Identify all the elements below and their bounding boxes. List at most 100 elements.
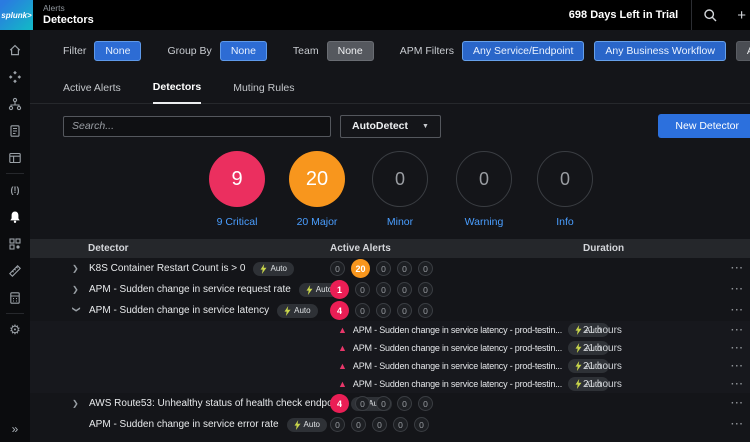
alert-count-badge[interactable]: 0: [397, 303, 412, 318]
alert-count-badge[interactable]: 0: [376, 261, 391, 276]
severity-item[interactable]: 9 9 Critical: [195, 151, 279, 228]
home-icon[interactable]: [0, 36, 30, 63]
calculator-icon[interactable]: [0, 284, 30, 311]
dashboard-icon[interactable]: [0, 144, 30, 171]
alert-count-badge[interactable]: 0: [355, 282, 370, 297]
alert-count-badge[interactable]: 0: [330, 261, 345, 276]
autodetect-dropdown[interactable]: AutoDetect▼: [340, 115, 441, 138]
diamonds-icon[interactable]: [0, 63, 30, 90]
apm-environment-dropdown[interactable]: Any Environment▼: [736, 41, 750, 61]
group-by-value-pill[interactable]: None: [220, 41, 267, 61]
alert-count-badge[interactable]: 0: [397, 261, 412, 276]
severity-item[interactable]: 0 Minor: [358, 151, 442, 228]
search-input[interactable]: [63, 116, 331, 137]
row-menu-button[interactable]: ···: [731, 414, 744, 435]
severity-circle[interactable]: 9: [209, 151, 265, 207]
sidebar-divider: [6, 173, 24, 174]
chevron-right-icon[interactable]: ❯: [72, 399, 81, 408]
grid-icon[interactable]: [0, 230, 30, 257]
row-menu-button[interactable]: ···: [731, 375, 744, 393]
breadcrumb[interactable]: Alerts: [43, 4, 94, 14]
chevron-right-icon[interactable]: ❯: [72, 285, 81, 294]
triangle-alert-icon: ▲: [338, 379, 347, 389]
severity-label[interactable]: Info: [523, 216, 607, 228]
tab-active-alerts[interactable]: Active Alerts: [63, 82, 121, 103]
alert-count-badge[interactable]: 4: [330, 394, 349, 413]
double-chevron-icon[interactable]: »: [0, 422, 30, 436]
alert-name[interactable]: APM - Sudden change in service latency -…: [353, 325, 562, 335]
alert-count-badge[interactable]: 0: [418, 396, 433, 411]
severity-circle[interactable]: 0: [456, 151, 512, 207]
team-value-pill[interactable]: None: [327, 41, 374, 61]
alert-count-badge[interactable]: 0: [418, 261, 433, 276]
alert-count-badge[interactable]: 20: [351, 259, 370, 278]
auto-badge: Auto: [277, 304, 317, 318]
alert-count-badge[interactable]: 0: [376, 303, 391, 318]
bell-icon[interactable]: [0, 203, 30, 230]
new-detector-button[interactable]: New Detector: [658, 114, 750, 138]
alert-count-badge[interactable]: 4: [330, 301, 349, 320]
splunk-logo: splunk>: [0, 0, 33, 30]
alert-count-badge[interactable]: 0: [376, 282, 391, 297]
alert-count-badge[interactable]: 0: [351, 417, 366, 432]
alert-count-badge[interactable]: 0: [376, 396, 391, 411]
alert-count-badge[interactable]: 0: [397, 396, 412, 411]
plus-icon[interactable]: +: [729, 7, 750, 24]
severity-item[interactable]: 20 20 Major: [275, 151, 359, 228]
detector-row: ❯ AWS Route53: Unhealthy status of health…: [30, 393, 750, 414]
alert-count-badge[interactable]: 0: [372, 417, 387, 432]
row-menu-button[interactable]: ···: [731, 339, 744, 357]
row-menu-button[interactable]: ···: [731, 258, 744, 279]
filter-value-pill[interactable]: None: [94, 41, 141, 61]
severity-item[interactable]: 0 Info: [523, 151, 607, 228]
detector-name[interactable]: APM - Sudden change in service latency: [89, 305, 269, 316]
alert-count-badge[interactable]: 0: [414, 417, 429, 432]
alert-count-badge[interactable]: 0: [418, 282, 433, 297]
alert-name[interactable]: APM - Sudden change in service latency -…: [353, 379, 562, 389]
severity-label[interactable]: Minor: [358, 216, 442, 228]
apm-service-pill[interactable]: Any Service/Endpoint: [462, 41, 584, 61]
apm-workflow-pill[interactable]: Any Business Workflow: [594, 41, 726, 61]
auto-badge-label: Auto: [270, 264, 286, 273]
severity-circle[interactable]: 20: [289, 151, 345, 207]
exclamation-icon[interactable]: (!): [0, 176, 30, 203]
detector-name[interactable]: APM - Sudden change in service request r…: [89, 284, 291, 295]
alert-count-badge[interactable]: 0: [393, 417, 408, 432]
severity-circle[interactable]: 0: [537, 151, 593, 207]
chevron-expanded-icon[interactable]: ❯: [72, 306, 81, 315]
alert-count-badge[interactable]: 0: [355, 303, 370, 318]
row-menu-button[interactable]: ···: [731, 300, 744, 321]
column-header-active-alerts: Active Alerts: [330, 239, 391, 258]
chevron-right-icon[interactable]: ❯: [72, 264, 81, 273]
severity-label[interactable]: 20 Major: [275, 216, 359, 228]
detector-name[interactable]: K8S Container Restart Count is > 0: [89, 263, 245, 274]
column-header-duration: Duration: [583, 239, 624, 258]
severity-label[interactable]: Warning: [442, 216, 526, 228]
row-menu-button[interactable]: ···: [731, 357, 744, 375]
detector-name[interactable]: APM - Sudden change in service error rat…: [89, 419, 279, 430]
alert-count-badge[interactable]: 0: [355, 396, 370, 411]
alert-count-badge[interactable]: 0: [418, 303, 433, 318]
ruler-icon[interactable]: [0, 257, 30, 284]
search-icon[interactable]: [692, 8, 729, 23]
alert-count-badge[interactable]: 0: [330, 417, 345, 432]
gear-icon[interactable]: ⚙: [0, 316, 30, 343]
row-menu-button[interactable]: ···: [731, 279, 744, 300]
alert-count-badge[interactable]: 0: [397, 282, 412, 297]
alert-duration: 21 hours: [583, 321, 622, 339]
hierarchy-icon[interactable]: [0, 90, 30, 117]
severity-item[interactable]: 0 Warning: [442, 151, 526, 228]
chevron-down-icon: ▼: [422, 123, 429, 130]
tab-muting-rules[interactable]: Muting Rules: [233, 82, 294, 103]
tab-detectors[interactable]: Detectors: [153, 81, 201, 104]
triangle-alert-icon: ▲: [338, 343, 347, 353]
alert-name[interactable]: APM - Sudden change in service latency -…: [353, 361, 562, 371]
alert-name[interactable]: APM - Sudden change in service latency -…: [353, 343, 562, 353]
severity-label[interactable]: 9 Critical: [195, 216, 279, 228]
severity-circle[interactable]: 0: [372, 151, 428, 207]
row-menu-button[interactable]: ···: [731, 393, 744, 414]
alert-count-badge[interactable]: 1: [330, 280, 349, 299]
detector-name[interactable]: AWS Route53: Unhealthy status of health …: [89, 398, 343, 409]
document-icon[interactable]: [0, 117, 30, 144]
row-menu-button[interactable]: ···: [731, 321, 744, 339]
